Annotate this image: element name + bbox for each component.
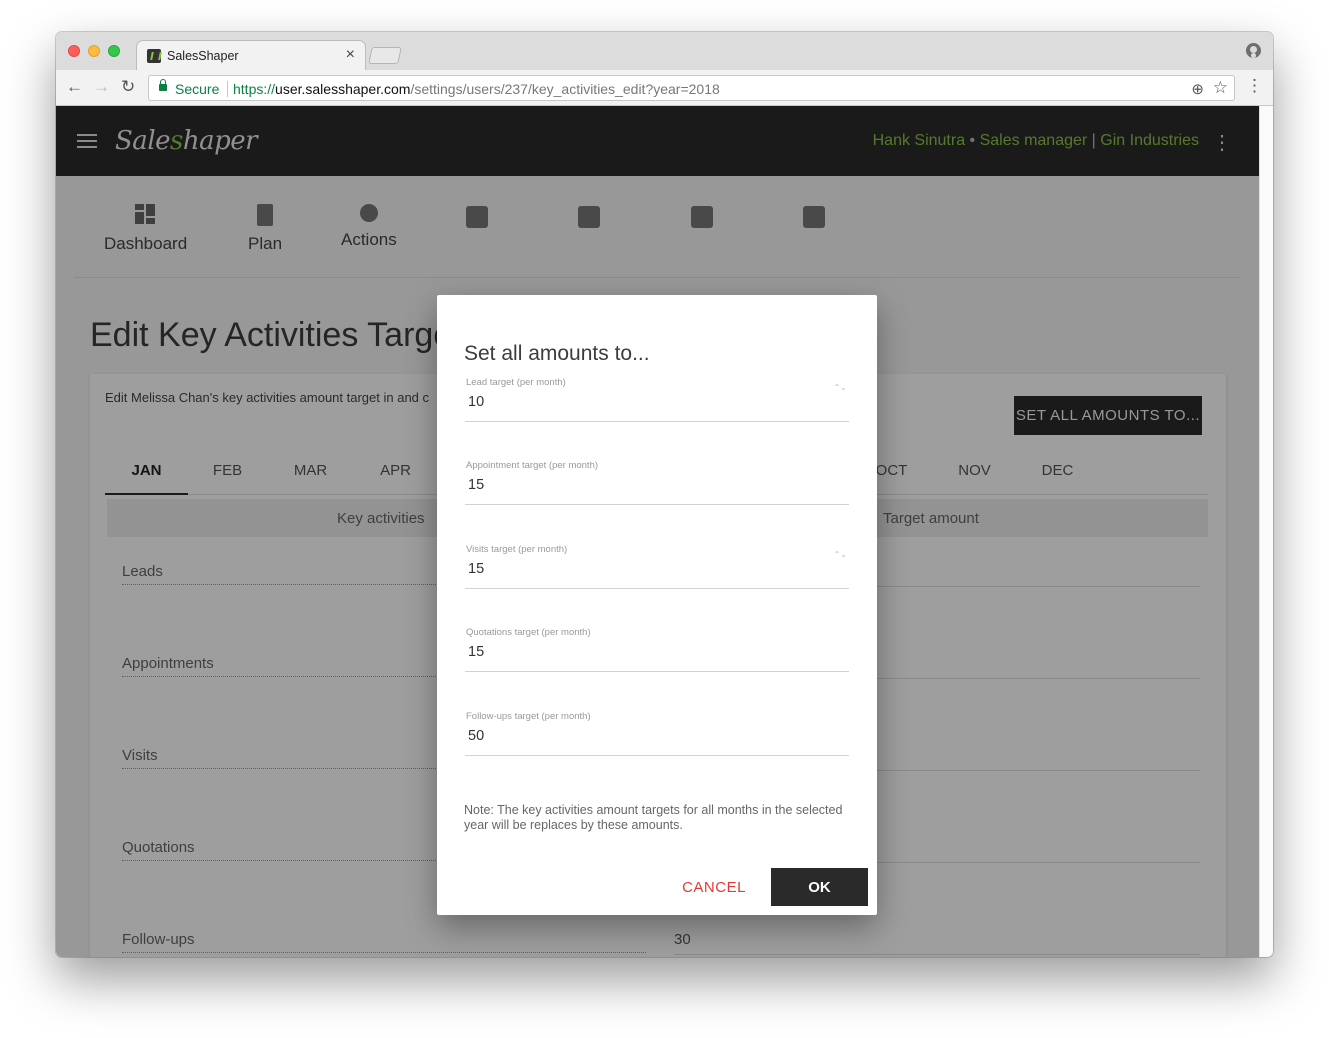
page-scrollbar[interactable]	[1259, 106, 1273, 957]
secure-label: Secure	[175, 81, 220, 97]
visits-target-input[interactable]	[465, 557, 825, 581]
zoom-icon[interactable]: ⊕	[1191, 80, 1204, 98]
follow-ups-target-field: Follow-ups target (per month)	[465, 711, 849, 756]
favicon-icon	[147, 49, 161, 63]
tab-title: SalesShaper	[167, 49, 239, 63]
browser-toolbar: ← → ↻ Secure https://user.salesshaper.co…	[56, 70, 1273, 106]
appointment-target-input[interactable]	[465, 473, 825, 497]
back-arrow-icon[interactable]: ←	[66, 78, 83, 96]
appointment-target-label: Appointment target (per month)	[466, 460, 599, 471]
url-divider	[227, 81, 228, 97]
number-spinner-icon[interactable]: ⌃⌄	[834, 383, 847, 392]
quotations-target-field: Quotations target (per month)	[465, 627, 849, 672]
close-window-button[interactable]	[68, 45, 80, 57]
url-text[interactable]: https://user.salesshaper.com/settings/us…	[233, 81, 720, 97]
ok-button[interactable]: OK	[771, 868, 868, 906]
bookmark-star-icon[interactable]: ☆	[1213, 78, 1228, 98]
browser-menu-icon[interactable]: ⋮	[1246, 77, 1263, 95]
maximize-window-button[interactable]	[108, 45, 120, 57]
profile-icon[interactable]	[1246, 43, 1261, 58]
browser-tab[interactable]: SalesShaper ×	[136, 40, 366, 70]
dialog-note: Note: The key activities amount targets …	[464, 803, 843, 832]
visits-target-label: Visits target (per month)	[466, 544, 568, 555]
tab-close-icon[interactable]: ×	[346, 46, 355, 64]
reload-icon[interactable]: ↻	[121, 78, 135, 96]
tab-strip: SalesShaper ×	[56, 32, 1273, 70]
number-spinner-icon[interactable]: ⌃⌄	[834, 550, 847, 559]
address-bar[interactable]: Secure https://user.salesshaper.com/sett…	[148, 75, 1235, 101]
lock-icon	[159, 79, 167, 91]
follow-ups-target-label: Follow-ups target (per month)	[466, 711, 591, 722]
dialog-title: Set all amounts to...	[464, 342, 650, 365]
quotations-target-input[interactable]	[465, 640, 825, 664]
follow-ups-target-input[interactable]	[465, 724, 825, 748]
visits-target-field: Visits target (per month) ⌃⌄	[465, 544, 849, 589]
lead-target-field: Lead target (per month) ⌃⌄	[465, 377, 849, 422]
appointment-target-field: Appointment target (per month)	[465, 460, 849, 505]
cancel-button[interactable]: CANCEL	[678, 868, 750, 906]
browser-window: SalesShaper × ← → ↻ Secure https://user.…	[56, 32, 1273, 957]
minimize-window-button[interactable]	[88, 45, 100, 57]
lead-target-input[interactable]	[465, 390, 825, 414]
set-all-amounts-dialog: Set all amounts to... Lead target (per m…	[437, 295, 877, 915]
quotations-target-label: Quotations target (per month)	[466, 627, 591, 638]
web-page: Saleshaper Hank Sinutra • Sales manager …	[56, 106, 1259, 957]
forward-arrow-icon[interactable]: →	[93, 78, 110, 96]
new-tab-button[interactable]	[368, 47, 402, 64]
lead-target-label: Lead target (per month)	[466, 377, 566, 388]
